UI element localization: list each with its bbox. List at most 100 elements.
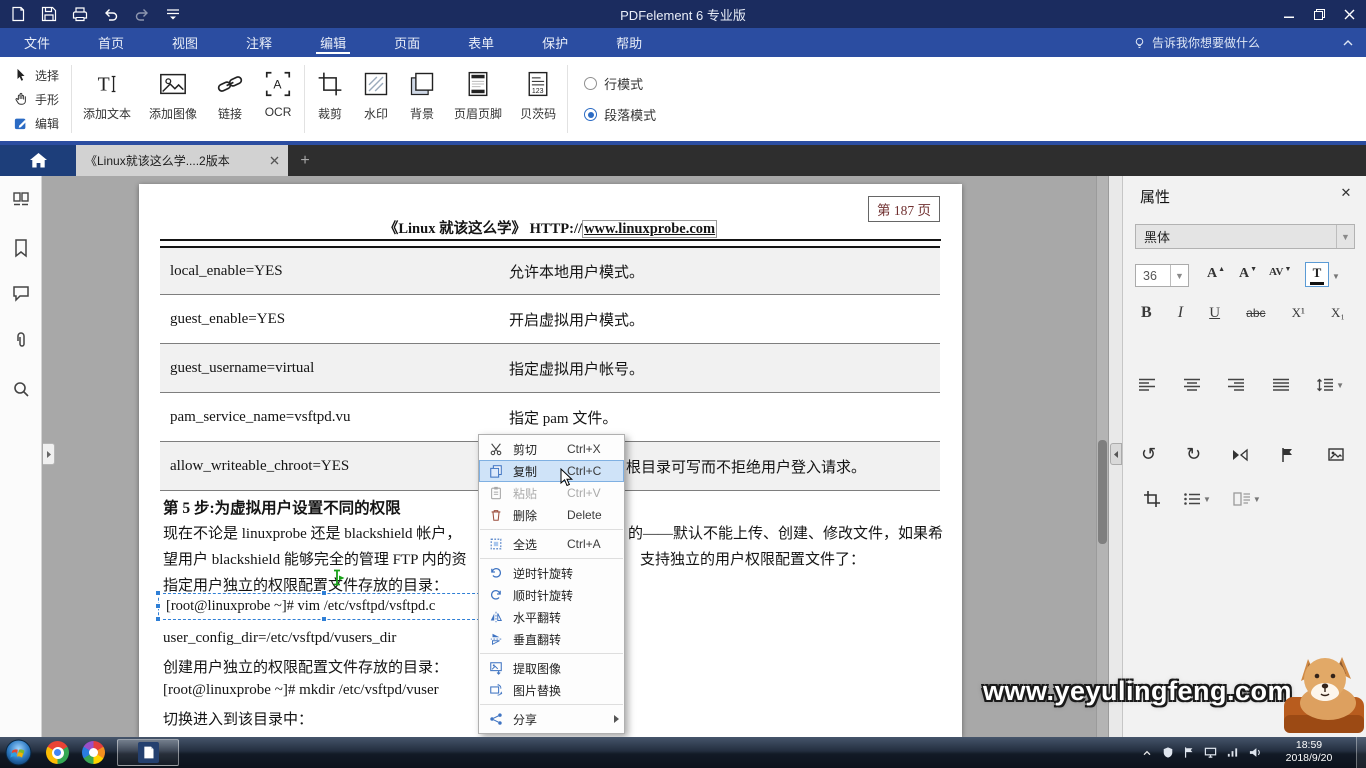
close-button[interactable] xyxy=(1334,0,1364,28)
superscript-button[interactable]: X¹ xyxy=(1292,305,1305,321)
increase-font-size-button[interactable]: A ▲ xyxy=(1207,266,1225,282)
line-spacing-icon[interactable]: ▼ xyxy=(1316,378,1344,392)
menu-home[interactable]: 首页 xyxy=(74,28,148,57)
crop-tool-icon[interactable] xyxy=(1143,490,1161,508)
pdfelement-taskbar-button[interactable] xyxy=(117,739,179,766)
selected-text-block[interactable]: [root@linuxprobe ~]# vim /etc/vsftpd/vsf… xyxy=(155,590,491,622)
volume-icon[interactable] xyxy=(1248,746,1262,759)
layout-options-icon[interactable]: ▼ xyxy=(1233,492,1261,506)
menu-file[interactable]: 文件 xyxy=(0,28,74,57)
font-family-select[interactable]: 黑体 ▼ xyxy=(1135,224,1355,249)
menu-view[interactable]: 视图 xyxy=(148,28,222,57)
scrollbar-thumb[interactable] xyxy=(1098,440,1107,544)
selection-handle[interactable] xyxy=(155,616,161,622)
restore-button[interactable] xyxy=(1304,0,1334,28)
add-image-button[interactable]: 添加图像 xyxy=(140,57,206,141)
selection-handle[interactable] xyxy=(321,590,327,596)
media-app-taskbar-icon[interactable] xyxy=(82,741,105,764)
watermark-button[interactable]: 水印 xyxy=(353,57,399,141)
assistant-search[interactable]: 告诉我你想要做什么 xyxy=(1133,28,1260,57)
undo-icon[interactable] xyxy=(102,5,120,23)
collapse-ribbon-icon[interactable] xyxy=(1342,28,1354,57)
menu-edit[interactable]: 编辑 xyxy=(296,28,370,57)
context-menu-extract-image[interactable]: 提取图像 xyxy=(479,657,624,679)
line-mode-radio[interactable]: 行模式 xyxy=(584,74,656,93)
close-panel-icon[interactable]: ✕ xyxy=(1338,185,1354,201)
context-menu-share[interactable]: 分享 xyxy=(479,708,624,730)
context-menu-rotate-cw[interactable]: 顺时针旋转 xyxy=(479,584,624,606)
bookmarks-icon[interactable] xyxy=(9,236,33,260)
header-link[interactable]: www.linuxprobe.com xyxy=(582,220,718,238)
home-tab-button[interactable] xyxy=(0,145,76,176)
search-icon[interactable] xyxy=(9,377,33,401)
italic-button[interactable]: I xyxy=(1178,304,1183,322)
selection-handle[interactable] xyxy=(321,616,327,622)
attachments-icon[interactable] xyxy=(9,329,33,353)
save-icon[interactable] xyxy=(40,5,58,23)
taskbar-clock[interactable]: 18:59 2018/9/20 xyxy=(1272,739,1346,765)
security-shield-icon[interactable] xyxy=(1162,746,1174,759)
background-button[interactable]: 背景 xyxy=(399,57,445,141)
collapse-right-panel-button[interactable] xyxy=(1110,443,1122,465)
bold-button[interactable]: B xyxy=(1141,304,1152,322)
context-menu-flip-horizontal[interactable]: 水平翻转 xyxy=(479,606,624,628)
expand-left-panel-button[interactable] xyxy=(43,443,55,465)
hand-tool[interactable]: 手形 xyxy=(14,91,59,108)
menu-comment[interactable]: 注释 xyxy=(222,28,296,57)
crop-button[interactable]: 裁剪 xyxy=(307,57,353,141)
ocr-button[interactable]: A OCR xyxy=(254,57,302,141)
align-left-icon[interactable] xyxy=(1138,378,1156,392)
align-center-icon[interactable] xyxy=(1183,378,1201,392)
context-menu-cut[interactable]: 剪切 Ctrl+X xyxy=(479,438,624,460)
bates-button[interactable]: 123 贝茨码 xyxy=(511,57,565,141)
context-menu-replace-image[interactable]: 图片替换 xyxy=(479,679,624,701)
context-menu-rotate-ccw[interactable]: 逆时针旋转 xyxy=(479,562,624,584)
list-options-icon[interactable]: ▼ xyxy=(1183,492,1211,506)
decrease-font-size-button[interactable]: A ▼ xyxy=(1239,266,1257,282)
flip-icon[interactable] xyxy=(1231,446,1249,464)
context-menu-delete[interactable]: 删除 Delete xyxy=(479,504,624,526)
context-menu-flip-vertical[interactable]: 垂直翻转 xyxy=(479,628,624,650)
selection-handle[interactable] xyxy=(155,603,161,609)
tab-close-icon[interactable] xyxy=(270,156,279,165)
new-tab-button[interactable]: + xyxy=(288,145,322,176)
letter-spacing-button[interactable]: AV ▼ xyxy=(1269,266,1291,278)
redo-icon[interactable] xyxy=(133,5,151,23)
font-size-select[interactable]: 36 ▼ xyxy=(1135,264,1189,287)
menu-protect[interactable]: 保护 xyxy=(518,28,592,57)
thumbnails-icon[interactable] xyxy=(9,188,33,212)
menu-help[interactable]: 帮助 xyxy=(592,28,666,57)
context-menu-paste[interactable]: 粘贴 Ctrl+V xyxy=(479,482,624,504)
subscript-button[interactable]: X₁ xyxy=(1331,305,1345,321)
header-footer-button[interactable]: 页眉页脚 xyxy=(445,57,511,141)
rotate-left-icon[interactable]: ↺ xyxy=(1141,446,1156,464)
action-center-flag-icon[interactable] xyxy=(1183,746,1195,759)
hidden-icons-chevron-icon[interactable] xyxy=(1141,747,1153,759)
show-desktop-button[interactable] xyxy=(1356,737,1366,768)
image-properties-icon[interactable] xyxy=(1327,446,1345,464)
display-monitor-icon[interactable] xyxy=(1204,746,1217,759)
customize-quick-toolbar-icon[interactable] xyxy=(164,5,182,23)
strikethrough-button[interactable]: abc xyxy=(1246,306,1265,320)
start-button[interactable] xyxy=(5,739,32,766)
rotate-right-icon[interactable]: ↻ xyxy=(1186,446,1201,464)
underline-button[interactable]: U xyxy=(1209,305,1220,322)
flag-icon[interactable] xyxy=(1279,446,1297,464)
chrome-taskbar-icon[interactable] xyxy=(46,741,69,764)
selection-handle[interactable] xyxy=(155,590,161,596)
select-tool[interactable]: 选择 xyxy=(14,67,59,84)
font-color-button[interactable]: T xyxy=(1305,262,1329,287)
menu-page[interactable]: 页面 xyxy=(370,28,444,57)
align-right-icon[interactable] xyxy=(1227,378,1245,392)
link-button[interactable]: 链接 xyxy=(206,57,254,141)
menu-form[interactable]: 表单 xyxy=(444,28,518,57)
context-menu-copy[interactable]: 复制 Ctrl+C xyxy=(479,460,624,482)
comments-icon[interactable] xyxy=(9,281,33,305)
add-text-button[interactable]: T 添加文本 xyxy=(74,57,140,141)
context-menu-select-all[interactable]: 全选 Ctrl+A xyxy=(479,533,624,555)
network-signal-icon[interactable] xyxy=(1226,746,1239,759)
align-justify-icon[interactable] xyxy=(1272,378,1290,392)
document-tab[interactable]: 《Linux就该这么学....2版本 xyxy=(76,145,288,176)
vertical-scrollbar[interactable] xyxy=(1096,176,1108,737)
paragraph-mode-radio[interactable]: 段落模式 xyxy=(584,105,656,124)
